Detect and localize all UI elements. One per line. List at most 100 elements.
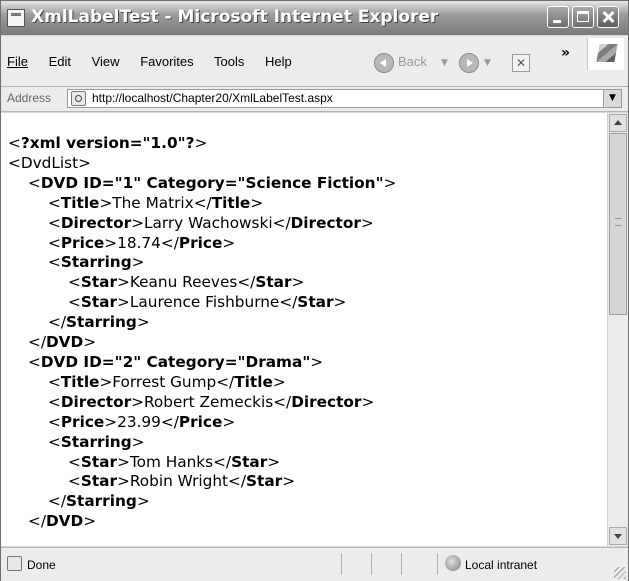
- xml-text: >: [131, 253, 145, 272]
- minimize-button[interactable]: [547, 6, 569, 28]
- xml-tag-name: Star: [80, 472, 118, 491]
- menu-favorites[interactable]: Favorites: [140, 54, 193, 69]
- browser-window: XmlLabelTest - Microsoft Internet Explor…: [0, 0, 629, 581]
- xml-text: >23.99</: [104, 412, 179, 431]
- xml-text: >: [360, 213, 374, 232]
- xml-text: <: [28, 352, 41, 371]
- xml-line: </DVD>: [8, 512, 396, 532]
- xml-tag-name: Star: [255, 273, 292, 292]
- xml-text: >: [194, 134, 208, 152]
- xml-tag-name: Title: [60, 372, 100, 391]
- page-icon: [71, 91, 86, 106]
- status-divider: [341, 553, 342, 575]
- xml-tag-name: Title: [234, 372, 273, 391]
- forward-arrow-icon[interactable]: [459, 53, 479, 73]
- xml-tag-name: ?xml version="1.0"?: [20, 134, 195, 152]
- title-bar[interactable]: XmlLabelTest - Microsoft Internet Explor…: [1, 1, 628, 35]
- xml-tag-name: Director: [60, 392, 132, 411]
- xml-tag-name: Title: [211, 193, 251, 212]
- address-bar: Address http://localhost/Chapter20/XmlLa…: [1, 87, 628, 112]
- scroll-down-icon[interactable]: [609, 527, 627, 545]
- xml-line: <Star>Laurence Fishburne</Star>: [8, 293, 396, 313]
- xml-tag-name: Star: [80, 293, 118, 312]
- xml-tag-name: Star: [297, 293, 334, 312]
- menu-edit[interactable]: Edit: [49, 54, 71, 69]
- menu-file[interactable]: File: [7, 54, 28, 69]
- xml-tag-name: Starring: [65, 492, 137, 511]
- xml-text: >: [267, 452, 281, 471]
- xml-tag-name: Title: [60, 193, 100, 212]
- xml-line: </Starring>: [8, 313, 396, 333]
- toolbar-overflow-icon[interactable]: »: [561, 45, 570, 61]
- back-button-label[interactable]: Back: [398, 54, 427, 69]
- xml-tag-name: Price: [60, 412, 105, 431]
- xml-tag-name: Price: [178, 233, 223, 252]
- close-button[interactable]: [597, 6, 619, 28]
- xml-text: >: [333, 293, 347, 312]
- scroll-thumb[interactable]: [609, 133, 627, 315]
- xml-text: <: [48, 253, 61, 272]
- xml-text: >: [383, 173, 397, 192]
- xml-text: <: [68, 452, 81, 471]
- xml-line: <Director>Robert Zemeckis</Director>: [8, 393, 396, 413]
- status-text: Done: [27, 558, 56, 572]
- xml-tag-name: Director: [290, 213, 361, 232]
- security-zone-text: Local intranet: [465, 558, 538, 572]
- xml-tag-name: Star: [80, 452, 118, 471]
- page-done-icon: [7, 556, 22, 571]
- xml-line: <Director>Larry Wachowski</Director>: [8, 214, 396, 234]
- ie-window-icon: [7, 9, 25, 27]
- maximize-button[interactable]: [572, 6, 594, 28]
- status-bar: Done Local intranet: [1, 547, 628, 581]
- xml-tag-name: DVD ID="1" Category="Science Fiction": [40, 173, 384, 192]
- xml-text: >: [83, 512, 97, 531]
- xml-text: >Robert Zemeckis</: [131, 392, 292, 411]
- xml-line: <Price>23.99</Price>: [8, 413, 396, 433]
- address-dropdown-icon[interactable]: ▼: [603, 90, 621, 107]
- scroll-up-icon[interactable]: [609, 114, 627, 132]
- address-url[interactable]: http://localhost/Chapter20/XmlLabelTest.…: [92, 91, 333, 105]
- xml-line: <DVD ID="1" Category="Science Fiction">: [8, 174, 396, 194]
- xml-text: <: [68, 273, 81, 292]
- xml-text: >: [78, 153, 91, 172]
- xml-line: <Star>Keanu Reeves</Star>: [8, 273, 396, 293]
- xml-text: <: [48, 213, 61, 232]
- xml-text: >: [272, 372, 286, 391]
- xml-text: >: [310, 352, 324, 371]
- xml-text: >Larry Wachowski</: [131, 213, 291, 232]
- xml-text: </: [48, 492, 66, 511]
- xml-line: <Title>Forrest Gump</Title>: [8, 373, 396, 393]
- xml-line: <Star>Robin Wright</Star>: [8, 472, 396, 492]
- status-divider: [371, 553, 372, 575]
- xml-text: <: [48, 372, 61, 391]
- xml-text: >Keanu Reeves</: [117, 273, 256, 292]
- xml-tag-name: Star: [231, 452, 268, 471]
- xml-text: <: [8, 153, 21, 172]
- xml-text: </: [48, 313, 66, 332]
- intranet-zone-icon: [445, 555, 461, 571]
- xml-text: <: [48, 432, 61, 451]
- xml-line: <?xml version="1.0"?>: [8, 134, 396, 154]
- xml-tag-name: Starring: [60, 432, 132, 451]
- xml-tag-name: Star: [80, 273, 118, 292]
- xml-line: <Starring>: [8, 253, 396, 273]
- xml-line: <Star>Tom Hanks</Star>: [8, 453, 396, 473]
- xml-text: <: [8, 134, 21, 152]
- address-field[interactable]: http://localhost/Chapter20/XmlLabelTest.…: [67, 89, 622, 108]
- xml-tag-name: Star: [246, 472, 283, 491]
- menu-tools[interactable]: Tools: [214, 54, 244, 69]
- xml-text: <: [48, 233, 61, 252]
- resize-grip[interactable]: [614, 567, 626, 579]
- menu-view[interactable]: View: [92, 54, 120, 69]
- vertical-scrollbar[interactable]: [607, 113, 628, 546]
- xml-text: >: [250, 193, 264, 212]
- xml-tag-name: Starring: [65, 313, 137, 332]
- forward-dropdown-icon[interactable]: ▼: [484, 58, 491, 68]
- stop-icon[interactable]: ✕: [512, 54, 530, 72]
- menu-bar: File Edit View Favorites Tools Help Back…: [1, 36, 628, 87]
- xml-line: <Price>18.74</Price>: [8, 234, 396, 254]
- back-dropdown-icon[interactable]: ▼: [441, 58, 448, 68]
- back-arrow-icon[interactable]: [374, 53, 394, 73]
- menu-help[interactable]: Help: [265, 54, 292, 69]
- xml-line: </DVD>: [8, 333, 396, 353]
